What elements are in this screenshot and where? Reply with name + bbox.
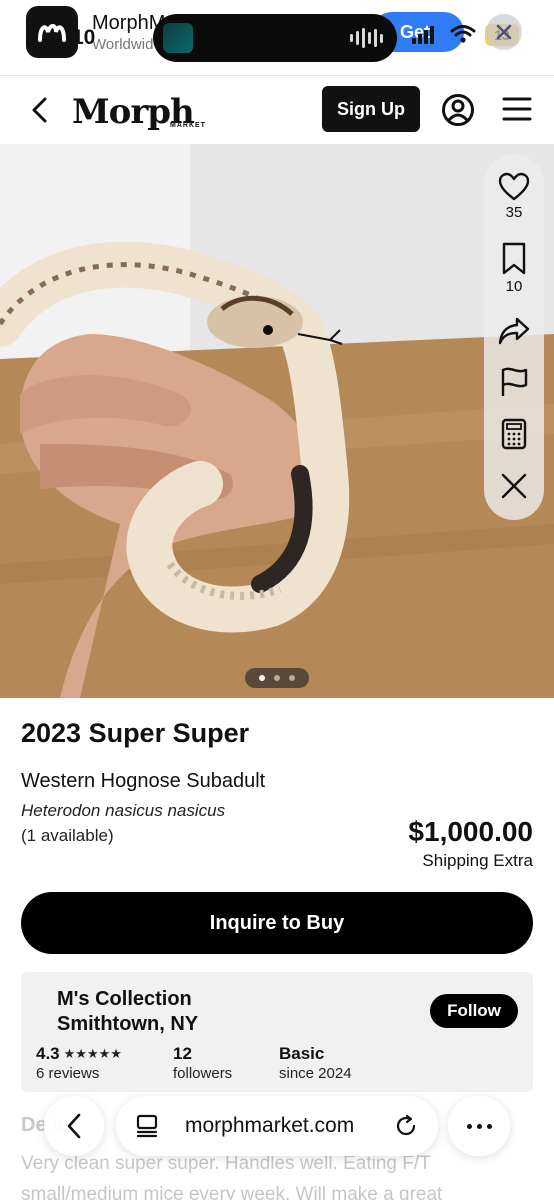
seller-followers: 12 followers <box>173 1044 232 1082</box>
close-banner-button[interactable] <box>486 14 522 50</box>
menu-button[interactable] <box>502 96 532 127</box>
close-rail-button[interactable] <box>484 472 544 500</box>
gallery-dot[interactable] <box>289 675 295 681</box>
save-button[interactable]: 10 <box>484 242 544 295</box>
save-count: 10 <box>505 278 523 295</box>
followers-count: 12 <box>173 1044 192 1063</box>
close-icon <box>496 24 512 40</box>
listing-subtitle: Western Hognose Subadult <box>21 770 266 792</box>
wifi-icon <box>450 24 476 49</box>
bookmark-icon <box>502 242 526 275</box>
browser-address-bar[interactable]: morphmarket.com <box>116 1096 438 1156</box>
browser-back-button[interactable] <box>44 1096 104 1156</box>
seller-plan: Basic since 2024 <box>279 1044 352 1082</box>
rating-stars: ★★★★★ <box>63 1046 122 1061</box>
calculator-icon <box>501 418 527 450</box>
share-arrow-icon <box>498 317 530 345</box>
back-button[interactable] <box>24 94 54 126</box>
seller-location: Smithtown, NY <box>57 1013 199 1035</box>
followers-label: followers <box>173 1065 233 1082</box>
dynamic-island <box>153 14 397 62</box>
site-header: Morph MARKET Sign Up <box>0 76 554 144</box>
app-banner-subtitle: Worldwid <box>92 36 154 53</box>
shipping-note: Shipping Extra <box>422 851 533 870</box>
cellular-signal-icon <box>412 26 434 44</box>
gallery-dot[interactable] <box>274 675 280 681</box>
listing-photo[interactable] <box>0 144 554 698</box>
follow-button[interactable]: Follow <box>430 994 518 1028</box>
gallery-pagination[interactable] <box>245 668 309 688</box>
flag-icon <box>501 367 528 396</box>
availability: (1 available) <box>21 826 114 845</box>
listing-price: $1,000.00 <box>408 816 533 847</box>
now-playing-artwork <box>163 23 193 53</box>
chevron-left-icon <box>67 1113 81 1139</box>
review-count: 6 reviews <box>36 1065 100 1082</box>
seller-name[interactable]: M's Collection <box>57 988 192 1011</box>
hamburger-menu-icon <box>502 97 532 121</box>
close-icon <box>501 473 527 499</box>
chevron-left-icon <box>32 97 47 123</box>
page-menu-icon[interactable] <box>136 1114 158 1138</box>
listing-title: 2023 Super Super <box>21 718 250 748</box>
sign-up-button[interactable]: Sign Up <box>322 86 420 132</box>
plan-name: Basic <box>279 1044 325 1063</box>
like-button[interactable]: 35 <box>484 172 544 221</box>
scientific-name: Heterodon nasicus nasicus <box>21 801 226 820</box>
seller-card[interactable]: M's Collection Smithtown, NY Follow 4.3 … <box>21 972 533 1092</box>
inquire-to-buy-button[interactable]: Inquire to Buy <box>21 892 533 954</box>
logo-subtext: MARKET <box>170 122 206 129</box>
status-bar: MorphM Worldwid 10 Get 13 <box>0 0 554 76</box>
report-button[interactable] <box>484 366 544 398</box>
gallery-dot[interactable] <box>259 675 265 681</box>
calculator-button[interactable] <box>484 418 544 450</box>
member-since: since 2024 <box>279 1065 352 1082</box>
status-time: 10 <box>72 26 96 49</box>
audio-waveform-icon <box>350 28 383 48</box>
morphmarket-logo[interactable]: Morph MARKET <box>72 86 205 132</box>
seller-rating[interactable]: 4.3 ★★★★★ 6 reviews <box>36 1044 122 1082</box>
account-button[interactable] <box>441 93 475 132</box>
user-icon <box>442 94 474 126</box>
browser-url: morphmarket.com <box>185 1114 355 1137</box>
browser-more-button[interactable] <box>448 1096 510 1156</box>
reload-icon[interactable] <box>394 1114 418 1138</box>
like-count: 35 <box>505 204 523 221</box>
morphmarket-app-icon[interactable] <box>26 6 78 58</box>
heart-icon <box>498 172 530 201</box>
listing-action-rail: 35 10 <box>484 154 544 520</box>
share-button[interactable] <box>484 316 544 346</box>
rating-value: 4.3 <box>36 1044 60 1063</box>
